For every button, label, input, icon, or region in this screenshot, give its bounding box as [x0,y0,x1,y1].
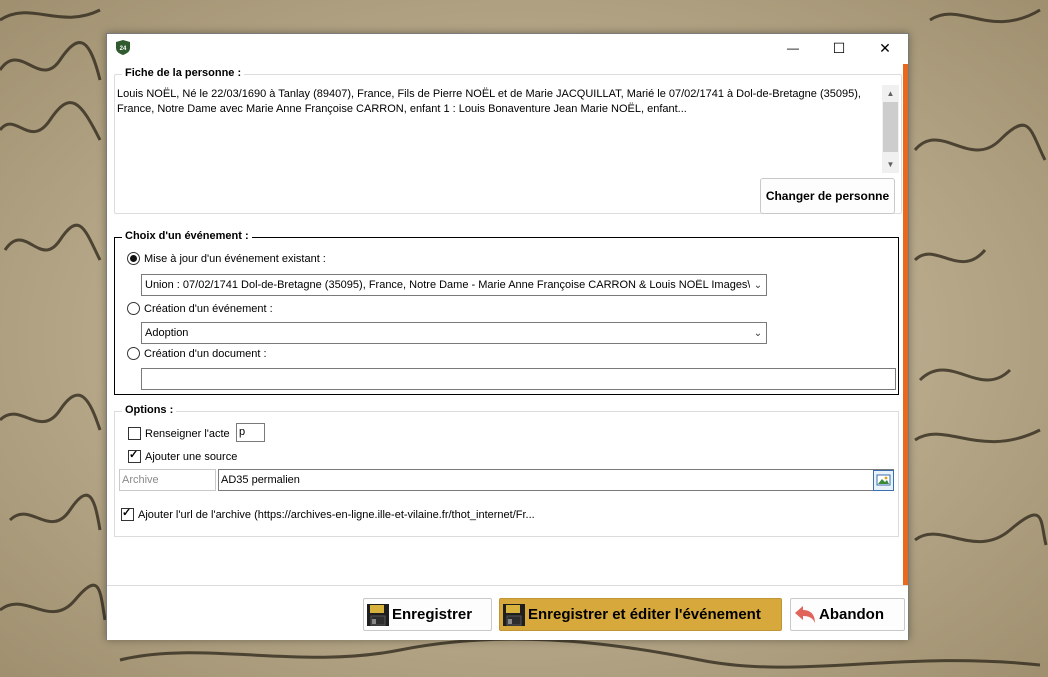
fill-act-input[interactable]: p [236,423,265,442]
add-source-checkbox[interactable] [128,448,141,463]
event-group-title: Choix d'un événement : [122,230,252,242]
cancel-label: Abandon [819,606,884,623]
chevron-down-icon: ⌄ [753,279,763,291]
new-event-select[interactable]: Adoption ⌄ [141,322,767,344]
options-group: Options : Renseigner l'acte p Ajouter un… [114,404,899,537]
fill-act-checkbox[interactable] [128,427,141,440]
create-document-radio[interactable] [127,347,140,360]
new-event-value: Adoption [145,327,189,339]
chevron-down-icon: ⌄ [753,327,763,339]
update-event-radio[interactable] [127,252,140,265]
update-event-option[interactable]: Mise à jour d'un événement existant : [127,252,326,265]
person-scrollbar[interactable]: ▲ ▼ [882,85,899,173]
person-group-title: Fiche de la personne : [122,67,245,79]
app-shield-icon: 24 [116,40,130,55]
footer-bar: Enregistrer Enregistrer et éditer l'évén… [107,585,908,640]
fill-act-label: Renseigner l'acte [145,427,230,440]
event-group: Choix d'un événement : Mise à jour d'un … [114,230,899,395]
add-url-checkbox[interactable] [121,506,134,521]
maximize-button[interactable]: ☐ [816,34,862,62]
options-group-title: Options : [122,404,177,416]
maximize-icon: ☐ [832,39,846,56]
image-picker-button[interactable] [873,470,894,491]
save-and-edit-label: Enregistrer et éditer l'événement [528,606,761,623]
update-event-label: Mise à jour d'un événement existant : [144,252,326,265]
close-button[interactable]: ✕ [862,34,908,62]
title-bar: 24 — ☐ ✕ [107,34,908,62]
source-input[interactable]: AD35 permalien [218,469,894,491]
image-icon [876,474,891,486]
create-document-label: Création d'un document : [144,347,267,360]
add-source-label: Ajouter une source [145,450,238,463]
close-icon: ✕ [879,39,891,56]
floppy-disk-icon [367,603,389,626]
document-input[interactable] [141,368,896,390]
scroll-thumb[interactable] [883,102,898,152]
save-label: Enregistrer [392,606,473,623]
accent-bar [903,64,908,585]
undo-arrow-icon [795,605,815,623]
add-url-label: Ajouter l'url de l'archive (https://arch… [138,508,535,521]
save-and-edit-button[interactable]: Enregistrer et éditer l'événement [499,598,782,631]
floppy-disk-icon [503,603,525,626]
fill-act-option[interactable]: Renseigner l'acte [128,427,230,440]
archive-input[interactable]: Archive [119,469,216,491]
event-dialog: 24 — ☐ ✕ Fiche de la personne : Louis NO… [106,33,909,640]
scroll-up-icon[interactable]: ▲ [882,85,899,102]
cancel-button[interactable]: Abandon [790,598,905,631]
svg-text:24: 24 [120,46,127,52]
person-group: Fiche de la personne : Louis NOËL, Né le… [114,67,902,214]
scroll-down-icon[interactable]: ▼ [882,156,899,173]
create-event-label: Création d'un événement : [144,302,273,315]
change-person-button[interactable]: Changer de personne [760,178,895,214]
add-source-option[interactable]: Ajouter une source [128,448,238,463]
save-button[interactable]: Enregistrer [363,598,492,631]
create-event-radio[interactable] [127,302,140,315]
create-event-option[interactable]: Création d'un événement : [127,302,273,315]
create-document-option[interactable]: Création d'un document : [127,347,267,360]
minimize-button[interactable]: — [770,34,816,62]
existing-event-select[interactable]: Union : 07/02/1741 Dol-de-Bretagne (3509… [141,274,767,296]
person-summary-text[interactable]: Louis NOËL, Né le 22/03/1690 à Tanlay (8… [117,87,881,173]
existing-event-value: Union : 07/02/1741 Dol-de-Bretagne (3509… [145,279,750,291]
minimize-icon: — [787,41,799,55]
add-url-option[interactable]: Ajouter l'url de l'archive (https://arch… [121,506,535,521]
